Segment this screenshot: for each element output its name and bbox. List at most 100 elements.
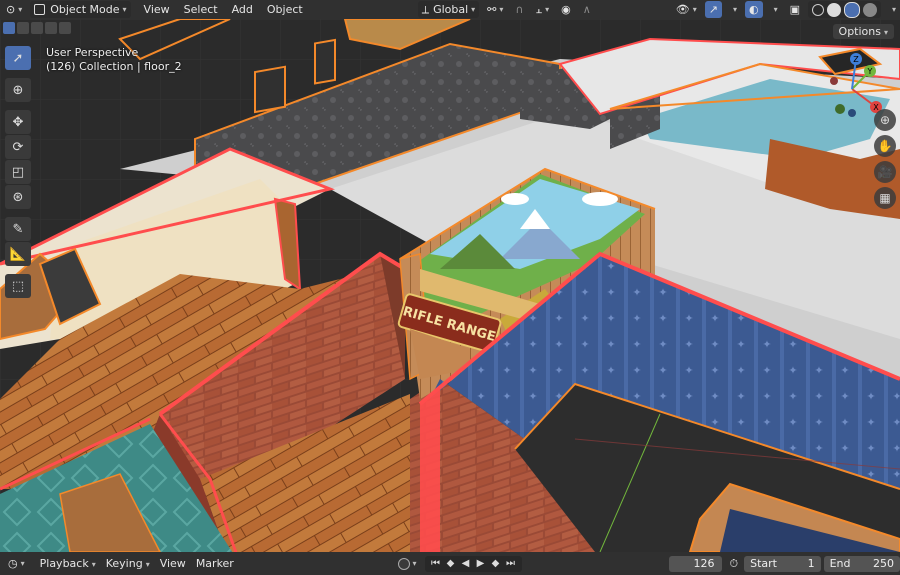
ruler-icon: 📐 xyxy=(9,246,27,262)
pan-button[interactable]: ✋ xyxy=(874,135,896,157)
ortho-toggle-button[interactable]: ▦ xyxy=(874,187,896,209)
neg-y-handle[interactable] xyxy=(835,104,845,114)
material-shading-icon[interactable] xyxy=(843,1,860,18)
select-difference-icon[interactable] xyxy=(45,22,57,34)
chevron-down-icon: ▾ xyxy=(499,5,504,14)
tool-shelf: ➚ ⊕ ✥ ⟳ ◰ ⊛ ✎ 📐 ⬚ xyxy=(5,46,31,298)
cursor-tool[interactable]: ⊕ xyxy=(5,78,31,102)
3d-viewport[interactable]: ✦ xyxy=(0,19,900,552)
y-axis-label: Y xyxy=(867,67,873,76)
menu-playback[interactable]: Playback ▾ xyxy=(35,557,101,570)
transform-icon: ⊛ xyxy=(12,189,24,205)
chevron-down-icon: ▾ xyxy=(773,5,778,14)
record-icon xyxy=(397,557,410,570)
crosshair-icon: ⊕ xyxy=(12,82,24,98)
select-mode-icons xyxy=(3,22,71,34)
gizmo-toggle[interactable]: ↗ xyxy=(704,1,722,18)
menu-timeline-view[interactable]: View xyxy=(155,557,191,570)
solid-shading-icon[interactable] xyxy=(826,2,841,17)
zoom-button[interactable]: ⊕ xyxy=(874,109,896,131)
wireframe-shading-icon[interactable] xyxy=(811,3,824,16)
falloff-curve-icon: ∧ xyxy=(582,3,591,16)
camera-view-button[interactable]: 🎥 xyxy=(874,161,896,183)
timeline-header: ◷ ▾ Playback ▾ Keying ▾ View Marker ▾ ⏮ ◆ ◀… xyxy=(0,552,900,575)
transform-tool[interactable]: ⊛ xyxy=(5,185,31,209)
magnifier-icon: ⊕ xyxy=(879,113,891,127)
start-frame-field[interactable]: Start 1 xyxy=(744,555,821,572)
scale-icon: ◰ xyxy=(11,164,25,180)
menu-add[interactable]: Add xyxy=(227,3,258,16)
clock-icon: ◷ xyxy=(8,557,18,570)
magnet-icon: ∩ xyxy=(515,3,524,16)
neg-z-handle[interactable] xyxy=(848,109,856,117)
move-icon: ✥ xyxy=(12,114,24,130)
play-reverse-icon[interactable]: ◀ xyxy=(459,557,473,571)
play-icon[interactable]: ▶ xyxy=(474,557,488,571)
proportional-icon: ◉ xyxy=(561,3,571,16)
eye-icon: 👁 xyxy=(675,3,690,16)
menu-keying[interactable]: Keying ▾ xyxy=(101,557,155,570)
visibility-dropdown[interactable]: 👁 ▾ xyxy=(672,1,701,18)
link-icon: ⚯ xyxy=(487,3,497,16)
preview-range-toggle[interactable]: ⏱ xyxy=(726,555,743,572)
chevron-down-icon: ▾ xyxy=(18,5,23,14)
select-extend-icon[interactable] xyxy=(17,22,29,34)
select-subtract-icon[interactable] xyxy=(31,22,43,34)
timeline-editor-type[interactable]: ◷ ▾ xyxy=(4,555,29,572)
playback-label: Playback xyxy=(39,557,89,570)
chevron-down-icon: ▾ xyxy=(471,5,476,14)
pivot-point-button[interactable]: ⚯ ▾ xyxy=(483,1,507,18)
navigation-buttons: ⊕ ✋ 🎥 ▦ xyxy=(874,109,896,209)
proportional-edit-toggle[interactable]: ◉ xyxy=(557,1,575,18)
select-intersect-icon[interactable] xyxy=(59,22,71,34)
viewport-header: ⊙ ▾ Object Mode ▾ View Select Add Object … xyxy=(0,0,900,19)
overlays-icon: ◐ xyxy=(748,3,759,16)
menu-select[interactable]: Select xyxy=(179,3,223,16)
measure-tool[interactable]: 📐 xyxy=(5,242,31,266)
rotate-tool[interactable]: ⟳ xyxy=(5,135,31,159)
menu-marker[interactable]: Marker xyxy=(191,557,239,570)
end-label: End xyxy=(829,557,851,570)
overlays-toggle[interactable]: ◐ xyxy=(744,1,763,18)
chevron-down-icon: ▾ xyxy=(692,5,697,14)
select-box-tool[interactable]: ➚ xyxy=(5,46,31,70)
add-cube-icon: ⬚ xyxy=(11,278,25,294)
select-new-icon[interactable] xyxy=(3,22,15,34)
xray-toggle[interactable]: ▣ xyxy=(786,1,804,18)
scale-tool[interactable]: ◰ xyxy=(5,160,31,184)
transform-orientation-dropdown[interactable]: ⟂ Global ▾ xyxy=(417,1,480,18)
falloff-dropdown[interactable]: ∧ xyxy=(579,1,595,18)
options-button[interactable]: Options ▾ xyxy=(832,24,894,39)
jump-end-icon[interactable]: ⏭ xyxy=(504,557,518,571)
end-frame-field[interactable]: End 250 xyxy=(823,555,900,572)
add-cube-tool[interactable]: ⬚ xyxy=(5,274,31,298)
collection-label: (126) Collection | floor_2 xyxy=(46,60,182,73)
playback-controls: ⏮ ◆ ◀ ▶ ◆ ⏭ xyxy=(424,555,522,572)
move-tool[interactable]: ✥ xyxy=(5,110,31,134)
start-label: Start xyxy=(750,557,777,570)
tool-settings-row: Options ▾ xyxy=(0,22,900,39)
chevron-down-icon: ▾ xyxy=(412,559,417,568)
jump-start-icon[interactable]: ⏮ xyxy=(429,557,443,571)
prev-keyframe-icon[interactable]: ◆ xyxy=(444,557,458,571)
cursor-arrow-icon: ➚ xyxy=(12,50,24,66)
shading-dropdown[interactable]: ▾ xyxy=(885,1,900,18)
annotate-tool[interactable]: ✎ xyxy=(5,217,31,241)
xray-icon: ▣ xyxy=(789,3,800,16)
menu-view[interactable]: View xyxy=(139,3,175,16)
neg-x-handle[interactable] xyxy=(830,77,838,85)
z-axis-label: Z xyxy=(853,55,859,64)
snap-toggle[interactable]: ∩ xyxy=(511,1,527,18)
auto-keying-toggle[interactable]: ▾ xyxy=(394,555,421,572)
viewport-info: User Perspective (126) Collection | floo… xyxy=(46,46,182,74)
editor-type-button[interactable]: ⊙ ▾ xyxy=(2,1,26,18)
current-frame-field[interactable]: 126 xyxy=(668,555,722,572)
rendered-shading-icon[interactable] xyxy=(862,2,877,17)
next-keyframe-icon[interactable]: ◆ xyxy=(489,557,503,571)
gizmo-dropdown[interactable]: ▾ xyxy=(726,1,741,18)
overlays-dropdown[interactable]: ▾ xyxy=(767,1,782,18)
snap-target-dropdown[interactable]: ⫠ ▾ xyxy=(531,1,553,18)
mode-dropdown[interactable]: Object Mode ▾ xyxy=(30,1,131,18)
chevron-down-icon: ▾ xyxy=(145,560,150,569)
menu-object[interactable]: Object xyxy=(262,3,308,16)
